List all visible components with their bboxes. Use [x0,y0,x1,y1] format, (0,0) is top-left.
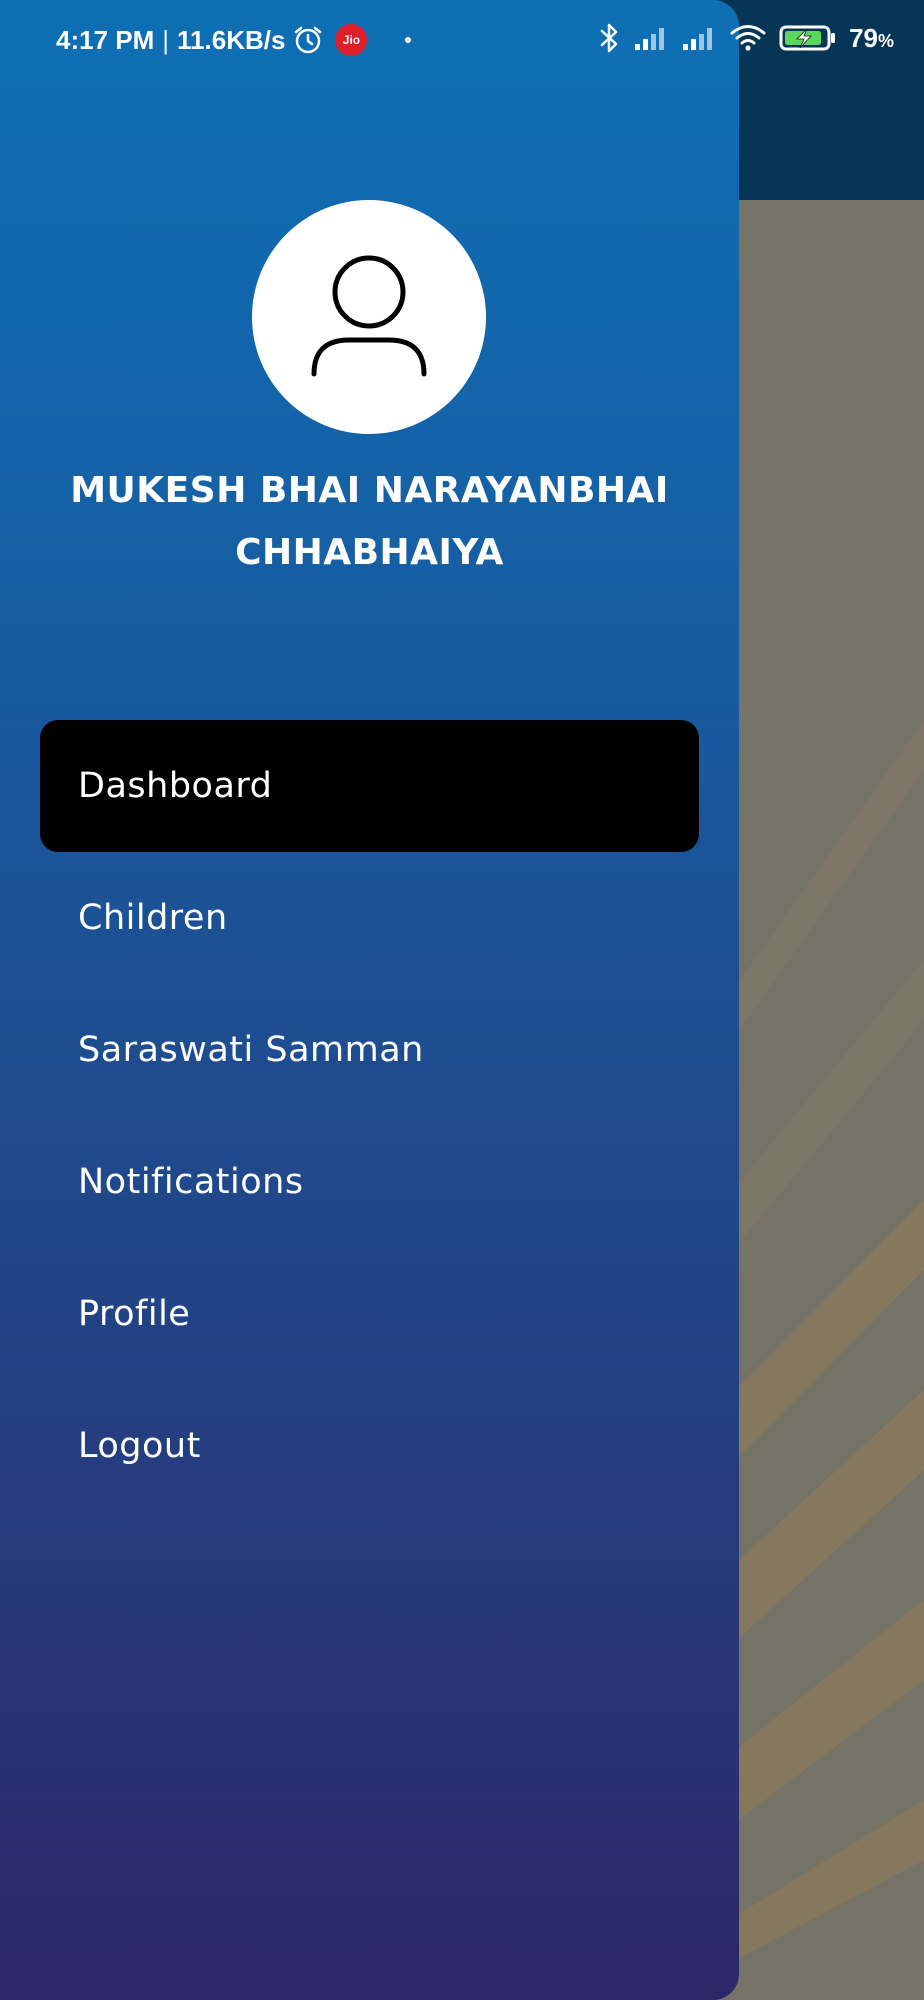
menu-item-dashboard[interactable]: Dashboard [40,720,699,852]
alarm-icon [295,26,322,54]
drawer-menu: Dashboard Children Saraswati Samman Noti… [40,720,699,1512]
status-left: 4:17 PM | 11.6KB/s Jio [56,24,412,56]
menu-item-children[interactable]: Children [40,852,699,984]
menu-item-logout[interactable]: Logout [40,1380,699,1512]
menu-item-label: Profile [78,1294,191,1334]
battery-charging-icon [779,25,836,51]
avatar[interactable] [252,200,486,434]
status-right: 79% [599,22,894,54]
menu-item-label: Notifications [78,1162,304,1202]
menu-item-notifications[interactable]: Notifications [40,1116,699,1248]
battery-percent-unit: % [877,30,894,51]
jio-badge: Jio [335,24,368,56]
network-speed: 11.6KB/s [177,24,286,55]
notification-dot [405,37,412,43]
navigation-drawer: MUKESH BHAI NARAYANBHAI CHHABHAIYA Dashb… [0,0,739,2000]
signal-icon [635,28,665,50]
status-bar: 4:17 PM | 11.6KB/s Jio 79% [0,0,924,86]
bluetooth-icon [600,23,618,53]
user-name: MUKESH BHAI NARAYANBHAI CHHABHAIYA [70,470,669,573]
signal-icon [683,28,713,50]
screen: MUKESH BHAI NARAYANBHAI CHHABHAIYA Dashb… [0,0,924,2000]
status-separator: | [162,24,170,55]
menu-item-label: Dashboard [78,766,273,806]
menu-item-label: Children [78,898,228,938]
menu-item-label: Logout [78,1426,201,1466]
wifi-icon [730,25,766,51]
menu-item-profile[interactable]: Profile [40,1248,699,1380]
battery-percent-value: 79 [849,22,878,53]
battery-percent: 79% [849,23,894,54]
menu-item-label: Saraswati Samman [78,1030,424,1070]
user-icon [311,255,427,377]
status-time: 4:17 PM [56,24,155,55]
menu-item-saraswati-samman[interactable]: Saraswati Samman [40,984,699,1116]
